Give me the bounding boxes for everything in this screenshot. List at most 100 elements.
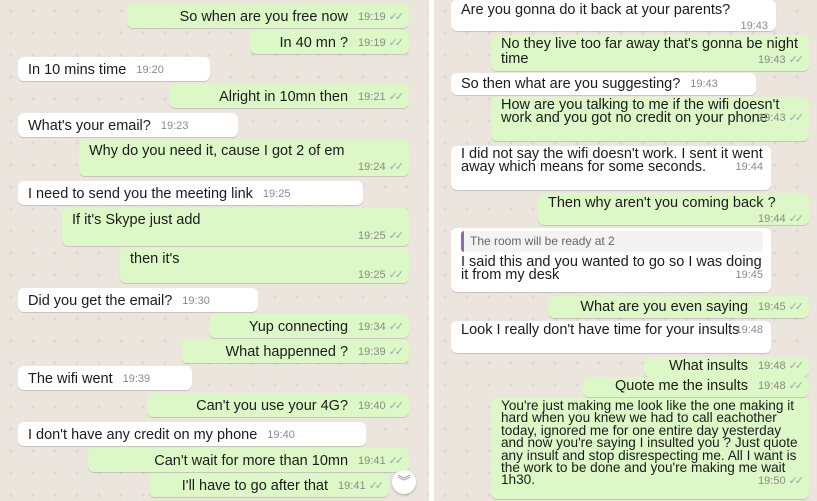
message-text: Did you get the email?: [28, 293, 173, 309]
message-text: Alright in 10mn then: [219, 89, 349, 105]
message-bubble[interactable]: Look I really don't have time for your i…: [451, 321, 771, 353]
message-time: 19:23: [160, 120, 189, 132]
message-bubble[interactable]: No they live too far away that's gonna b…: [491, 35, 809, 71]
message-text: The wifi went: [28, 371, 113, 387]
message-text: Yup connecting: [248, 319, 349, 335]
message-text: What happenned ?: [225, 344, 349, 360]
read-ticks-icon: ✓✓: [388, 455, 405, 467]
message-text: Can't wait for more than 10mn: [154, 453, 349, 469]
message-bubble[interactable]: Can't you use your 4G? 19:40 ✓✓: [147, 393, 409, 417]
message-time: 19:25: [262, 188, 291, 200]
message-time: 19:48: [758, 360, 786, 372]
message-time: 19:45: [735, 269, 763, 281]
message-time: 19:48: [735, 324, 763, 336]
chat-panel-right[interactable]: Are you gonna do it back at your parents…: [434, 0, 817, 501]
read-ticks-icon: ✓✓: [788, 301, 805, 313]
message-text: Can't you use your 4G?: [196, 398, 349, 414]
message-time: 19:39: [122, 373, 151, 385]
quoted-message[interactable]: The room will be ready at 2: [461, 231, 763, 252]
message-bubble[interactable]: I need to send you the meeting link 19:2…: [18, 181, 363, 205]
read-ticks-icon: ✓✓: [788, 360, 805, 372]
scroll-to-bottom-button[interactable]: ︾: [392, 470, 416, 494]
message-bubble[interactable]: What happenned ? 19:39 ✓✓: [181, 339, 409, 363]
message-text: I need to send you the meeting link: [28, 186, 253, 202]
message-bubble[interactable]: So then what are you suggesting? 19:43: [451, 73, 756, 95]
message-bubble[interactable]: What's your email? 19:23: [18, 113, 238, 137]
message-bubble[interactable]: I'll have to go after that 19:41 ✓✓: [149, 473, 389, 497]
message-bubble[interactable]: The room will be ready at 2 I said this …: [451, 228, 771, 292]
message-time: 19:43: [758, 112, 786, 124]
message-text: What insults: [669, 358, 749, 374]
message-text: In 40 mn ?: [279, 35, 349, 51]
message-time: 19:40: [358, 400, 386, 412]
message-text: So when are you free now: [179, 9, 349, 25]
read-ticks-icon: ✓✓: [388, 37, 405, 49]
message-bubble[interactable]: How are you talking to me if the wifi do…: [491, 97, 809, 141]
message-bubble[interactable]: In 10 mins time 19:20: [18, 57, 210, 81]
message-text: I don't have any credit on my phone: [28, 427, 258, 443]
double-chevron-down-icon: ︾: [397, 474, 411, 489]
message-bubble[interactable]: If it's Skype just add 19:25 ✓✓: [62, 208, 409, 246]
read-ticks-icon: ✓✓: [388, 11, 405, 23]
read-ticks-icon: ✓✓: [388, 91, 405, 103]
message-text: You're just making me look like the one …: [501, 398, 798, 488]
message-text: Then why aren't you coming back ?: [548, 195, 776, 211]
message-bubble[interactable]: Then why aren't you coming back ? 19:44 …: [538, 193, 809, 225]
message-bubble[interactable]: Did you get the email? 19:30: [18, 288, 258, 312]
message-time: 19:20: [136, 64, 164, 76]
read-ticks-icon: ✓✓: [788, 112, 805, 124]
message-bubble[interactable]: The wifi went 19:39: [18, 366, 192, 390]
message-time: 19:41: [358, 455, 386, 467]
message-time: 19:43: [740, 20, 768, 32]
message-text: How are you talking to me if the wifi do…: [501, 97, 780, 126]
message-text: What's your email?: [28, 118, 151, 134]
message-bubble[interactable]: Alright in 10mn then 19:21 ✓✓: [169, 84, 409, 108]
read-ticks-icon: ✓✓: [388, 230, 405, 242]
message-time: 19:25: [358, 230, 386, 242]
message-text: then it's: [130, 251, 180, 267]
message-bubble[interactable]: Yup connecting 19:34 ✓✓: [209, 314, 409, 338]
read-ticks-icon: ✓✓: [388, 321, 405, 333]
message-bubble[interactable]: Are you gonna do it back at your parents…: [451, 0, 776, 32]
message-text: Quote me the insults: [615, 378, 749, 394]
message-bubble[interactable]: In 40 mn ? 19:19 ✓✓: [250, 30, 409, 54]
read-ticks-icon: ✓✓: [788, 213, 805, 225]
message-bubble[interactable]: I don't have any credit on my phone 19:4…: [18, 422, 366, 446]
message-time: 19:43: [758, 54, 786, 66]
message-time: 19:19: [358, 11, 386, 23]
read-ticks-icon: ✓✓: [388, 269, 405, 281]
read-ticks-icon: ✓✓: [388, 161, 405, 173]
message-time: 19:21: [358, 91, 386, 103]
message-text: Why do you need it, cause I got 2 of em: [89, 143, 345, 159]
message-bubble[interactable]: So when are you free now 19:19 ✓✓: [127, 4, 409, 28]
message-bubble[interactable]: Quote me the insults 19:48 ✓✓: [583, 377, 809, 397]
chat-panel-left[interactable]: So when are you free now 19:19 ✓✓ In 40 …: [0, 0, 429, 501]
message-bubble[interactable]: You're just making me look like the one …: [491, 398, 809, 499]
message-time: 19:34: [358, 321, 386, 333]
message-text: So then what are you suggesting?: [461, 76, 681, 92]
message-time: 19:19: [358, 37, 386, 49]
read-ticks-icon: ✓✓: [788, 474, 805, 487]
message-bubble[interactable]: What are you even saying 19:45 ✓✓: [548, 296, 809, 318]
message-time: 19:41: [338, 480, 366, 492]
message-time: 19:45: [758, 301, 786, 313]
message-bubble[interactable]: then it's 19:25 ✓✓: [120, 247, 409, 283]
quoted-text: The room will be ready at 2: [470, 234, 615, 248]
message-time: 19:44: [758, 213, 786, 225]
message-bubble[interactable]: What insults 19:48 ✓✓: [644, 357, 809, 377]
read-ticks-icon: ✓✓: [368, 480, 385, 492]
message-time: 19:25: [358, 269, 386, 281]
message-text: What are you even saying: [580, 299, 749, 315]
message-time: 19:24: [358, 161, 386, 173]
message-bubble[interactable]: Can't wait for more than 10mn 19:41 ✓✓: [88, 448, 409, 472]
message-text: Look I really don't have time for your i…: [461, 322, 740, 338]
read-ticks-icon: ✓✓: [388, 346, 405, 358]
message-time: 19:48: [758, 380, 786, 392]
message-text: If it's Skype just add: [72, 212, 201, 228]
message-bubble[interactable]: Why do you need it, cause I got 2 of em …: [79, 140, 409, 176]
message-text: In 10 mins time: [28, 62, 127, 78]
message-time: 19:50: [758, 474, 786, 487]
message-bubble[interactable]: I did not say the wifi doesn't work. I s…: [451, 146, 771, 190]
message-time: 19:40: [267, 429, 295, 441]
message-text: Are you gonna do it back at your parents…: [461, 2, 731, 18]
